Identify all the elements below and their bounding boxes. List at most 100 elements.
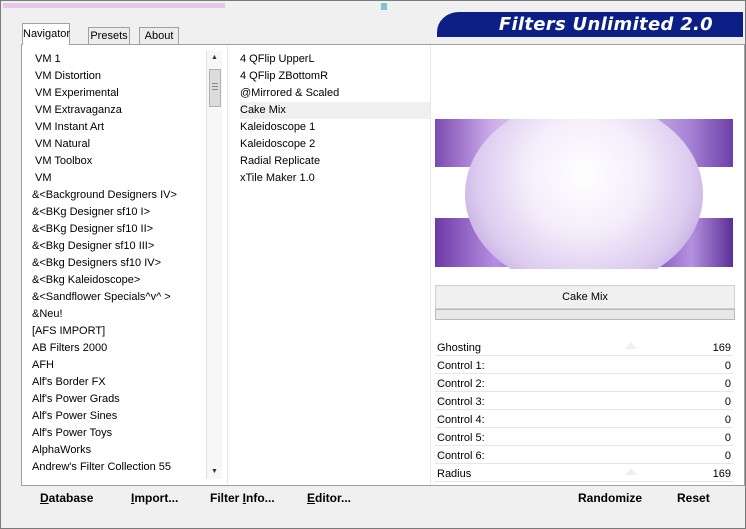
- control-label: Control 1:: [437, 360, 485, 372]
- category-item[interactable]: &<BKg Designer sf10 I>: [32, 204, 208, 221]
- category-item[interactable]: VM Experimental: [32, 85, 208, 102]
- control-slider[interactable]: Control 2: 0: [435, 375, 733, 393]
- filter-info-button[interactable]: Filter Info...: [210, 484, 275, 512]
- control-slider[interactable]: Control 5: 0: [435, 429, 733, 447]
- control-label: Radius: [437, 468, 472, 480]
- selected-filter-name: Cake Mix: [435, 285, 735, 309]
- scroll-up-arrow-icon[interactable]: ▲: [207, 51, 222, 65]
- editor-button[interactable]: Editor...: [307, 484, 351, 512]
- control-label: Control 3:: [437, 396, 485, 408]
- category-item[interactable]: Alf's Power Sines: [32, 408, 208, 425]
- filter-item[interactable]: Radial Replicate: [240, 153, 430, 170]
- control-label: Ghosting: [437, 342, 482, 354]
- control-slider[interactable]: Control 6: 0: [435, 447, 733, 465]
- thumb-grip-line: [212, 86, 218, 87]
- tab-presets[interactable]: Presets: [88, 27, 130, 45]
- thumb-grip-line: [212, 83, 218, 84]
- control-value: 0: [724, 396, 731, 408]
- category-item[interactable]: VM 1: [32, 51, 208, 68]
- category-item[interactable]: VM Instant Art: [32, 119, 208, 136]
- slider-track[interactable]: [435, 481, 733, 482]
- filters-unlimited-window: Filters Unlimited 2.0 Navigator Presets …: [0, 0, 746, 529]
- control-slider[interactable]: Ghosting 169: [435, 339, 733, 357]
- category-item[interactable]: VM Extravaganza: [32, 102, 208, 119]
- import-button-label: mport...: [134, 491, 179, 505]
- tab-about[interactable]: About: [139, 27, 179, 45]
- filter-controls: Ghosting 169 Control 1: 0 Control 2: 0 Control…: [435, 339, 733, 483]
- control-slider[interactable]: Control 4: 0: [435, 411, 733, 429]
- filter-item[interactable]: Kaleidoscope 2: [240, 136, 430, 153]
- category-item[interactable]: &<BKg Designer sf10 II>: [32, 221, 208, 238]
- control-value: 0: [724, 360, 731, 372]
- slider-thumb-icon[interactable]: [625, 468, 638, 475]
- divider: [430, 45, 431, 485]
- category-item[interactable]: VM Distortion: [32, 68, 208, 85]
- category-item[interactable]: Alf's Border FX: [32, 374, 208, 391]
- category-item[interactable]: VM Toolbox: [32, 153, 208, 170]
- top-strip-pink: [3, 3, 225, 8]
- category-item[interactable]: &<Bkg Designers sf10 IV>: [32, 255, 208, 272]
- randomize-button[interactable]: Randomize: [578, 484, 642, 512]
- top-strip: [3, 3, 745, 12]
- filter-info-button-label: nfo...: [246, 491, 275, 505]
- control-slider[interactable]: Control 3: 0: [435, 393, 733, 411]
- category-item[interactable]: Andrew's Filter Collection 55: [32, 459, 208, 476]
- navigator-panel: VM 1 VM Distortion VM Experimental VM Extra…: [21, 44, 745, 486]
- filter-item[interactable]: Kaleidoscope 1: [240, 119, 430, 136]
- category-item[interactable]: &Neu!: [32, 306, 208, 323]
- category-item[interactable]: &<Background Designers IV>: [32, 187, 208, 204]
- control-slider[interactable]: Control 1: 0: [435, 357, 733, 375]
- database-button-label: atabase: [48, 491, 94, 505]
- category-item[interactable]: &<Sandflower Specials^v^ >: [32, 289, 208, 306]
- thumb-grip-line: [212, 89, 218, 90]
- filter-item[interactable]: Cake Mix: [240, 102, 430, 119]
- category-item[interactable]: AFH: [32, 357, 208, 374]
- category-item[interactable]: AB Filters 2000: [32, 340, 208, 357]
- control-value: 0: [724, 432, 731, 444]
- tab-navigator[interactable]: Navigator: [22, 23, 70, 45]
- category-item[interactable]: VM: [32, 170, 208, 187]
- editor-button-hotkey: E: [307, 491, 316, 505]
- filter-item[interactable]: 4 QFlip ZBottomR: [240, 68, 430, 85]
- filter-info-button-prefix: Filter: [210, 491, 243, 505]
- control-label: Control 6:: [437, 450, 485, 462]
- category-item[interactable]: VM Natural: [32, 136, 208, 153]
- editor-button-label: ditor...: [315, 491, 352, 505]
- filter-list[interactable]: 4 QFlip UpperL 4 QFlip ZBottomR @Mirrored …: [240, 51, 430, 471]
- progress-bar: [435, 309, 735, 320]
- scroll-thumb[interactable]: [209, 69, 221, 107]
- control-slider[interactable]: Radius 169: [435, 465, 733, 483]
- control-label: Control 2:: [437, 378, 485, 390]
- category-item[interactable]: &<Bkg Designer sf10 III>: [32, 238, 208, 255]
- category-item[interactable]: Andrew's Filter Collection 56: [32, 476, 208, 477]
- bottom-button-bar: Database Import... Filter Info... Editor…: [21, 484, 743, 512]
- title-banner: Filters Unlimited 2.0: [437, 12, 743, 37]
- reset-button[interactable]: Reset: [677, 484, 710, 512]
- control-value: 169: [712, 342, 731, 354]
- category-item[interactable]: [AFS IMPORT]: [32, 323, 208, 340]
- divider: [227, 45, 228, 485]
- control-label: Control 5:: [437, 432, 485, 444]
- preview-sphere: [465, 119, 703, 269]
- category-scrollbar[interactable]: ▲ ▼: [206, 51, 222, 479]
- database-button[interactable]: Database: [40, 484, 93, 512]
- filter-item[interactable]: xTile Maker 1.0: [240, 170, 430, 187]
- category-item[interactable]: Alf's Power Grads: [32, 391, 208, 408]
- category-list[interactable]: VM 1 VM Distortion VM Experimental VM Extra…: [32, 51, 208, 477]
- control-value: 0: [724, 378, 731, 390]
- control-value: 169: [712, 468, 731, 480]
- app-title: Filters Unlimited 2.0: [498, 14, 713, 35]
- control-value: 0: [724, 414, 731, 426]
- slider-thumb-icon[interactable]: [625, 342, 638, 349]
- category-item[interactable]: Alf's Power Toys: [32, 425, 208, 442]
- scroll-down-arrow-icon[interactable]: ▼: [207, 465, 222, 479]
- category-item[interactable]: AlphaWorks: [32, 442, 208, 459]
- import-button[interactable]: Import...: [131, 484, 178, 512]
- category-item[interactable]: &<Bkg Kaleidoscope>: [32, 272, 208, 289]
- control-value: 0: [724, 450, 731, 462]
- control-label: Control 4:: [437, 414, 485, 426]
- filter-preview-image: [435, 119, 733, 269]
- filter-item[interactable]: 4 QFlip UpperL: [240, 51, 430, 68]
- top-strip-cyan: [381, 3, 387, 10]
- filter-item[interactable]: @Mirrored & Scaled: [240, 85, 430, 102]
